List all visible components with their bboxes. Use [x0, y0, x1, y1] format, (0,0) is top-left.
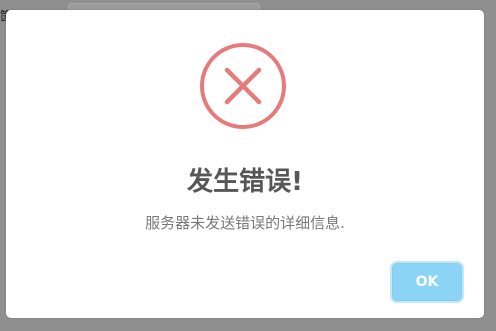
error-x-circle-icon: [200, 43, 286, 129]
dialog-message: 服务器未发送错误的详细信息.: [145, 214, 345, 232]
error-dialog: 发生错误! 服务器未发送错误的详细信息. OK: [6, 10, 484, 318]
ok-button[interactable]: OK: [392, 263, 462, 301]
dialog-title: 发生错误!: [187, 167, 303, 197]
